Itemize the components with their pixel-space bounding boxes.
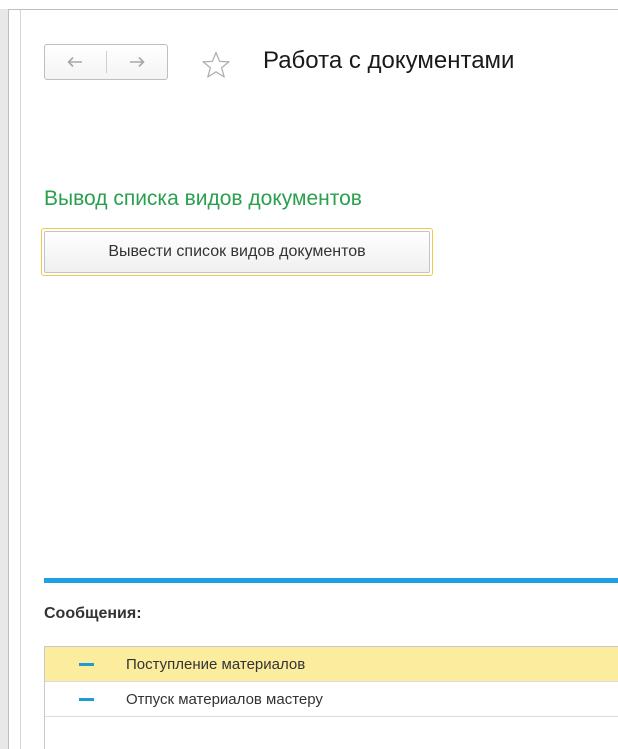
messages-title: Сообщения: (44, 605, 142, 622)
messages-list: Поступление материалов Отпуск материалов… (44, 646, 618, 749)
favorite-button[interactable] (199, 49, 233, 81)
window-left-frame (0, 9, 9, 749)
navigation-buttons (44, 44, 168, 80)
arrow-right-icon (129, 56, 145, 68)
page-title: Работа с документами (263, 47, 515, 74)
show-document-types-button[interactable]: Вывести список видов документов (41, 228, 433, 276)
window-top-border (0, 9, 618, 10)
star-outline-icon (202, 51, 230, 78)
content-left-border (20, 10, 21, 749)
arrow-left-icon (67, 56, 83, 68)
show-document-types-label: Вывести список видов документов (44, 231, 430, 273)
back-button[interactable] (45, 45, 106, 79)
message-text: Отпуск материалов мастеру (126, 690, 323, 708)
message-marker-icon (79, 662, 94, 666)
forward-button[interactable] (107, 45, 168, 79)
message-marker-icon (79, 697, 94, 701)
message-row[interactable]: Поступление материалов (45, 647, 618, 682)
messages-splitter[interactable] (44, 578, 618, 583)
message-row[interactable]: Отпуск материалов мастеру (45, 682, 618, 717)
group-title: Вывод списка видов документов (44, 187, 362, 210)
message-text: Поступление материалов (126, 655, 306, 673)
